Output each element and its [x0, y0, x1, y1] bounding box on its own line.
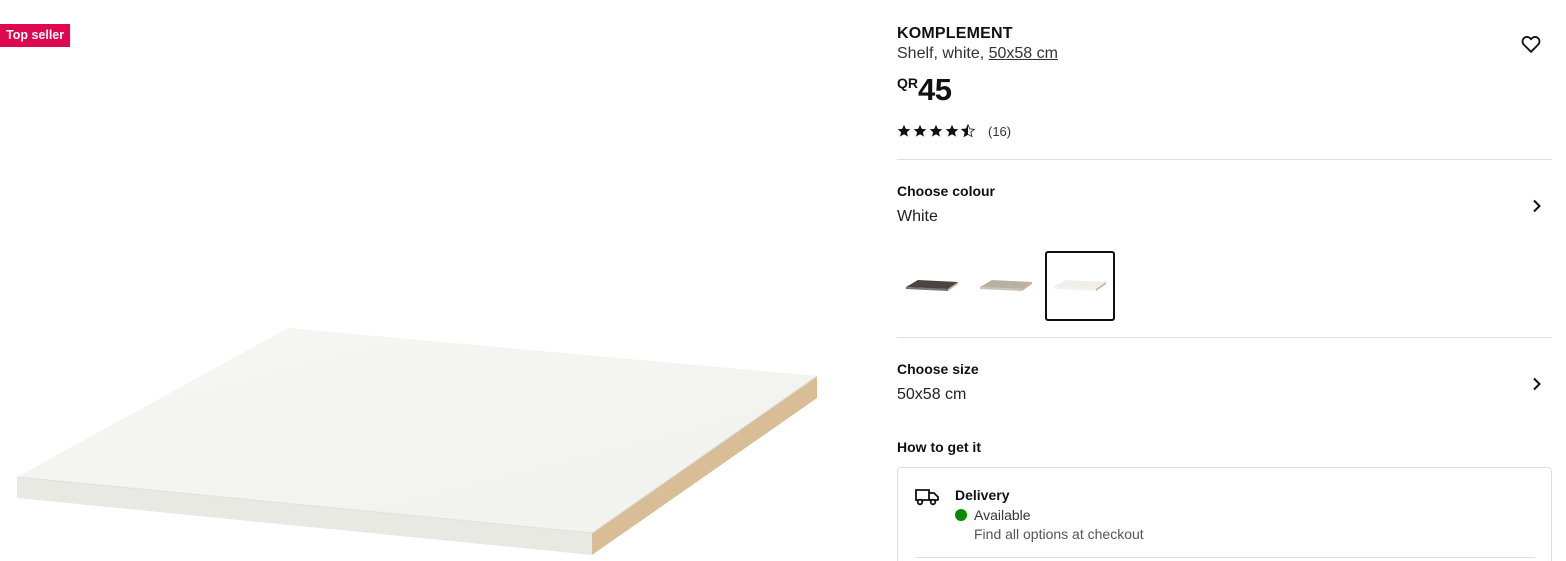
- top-seller-badge: Top seller: [0, 24, 71, 47]
- star-half-icon: [961, 124, 975, 138]
- chevron-right-icon: [1533, 377, 1541, 391]
- star-full-icon: [913, 124, 927, 137]
- price-amount: 45: [918, 72, 952, 107]
- selected-colour: White: [897, 208, 938, 225]
- rating-stars: [897, 124, 975, 138]
- product-name: KOMPLEMENT: [897, 25, 1013, 42]
- divider: [897, 159, 1552, 160]
- delivery-card[interactable]: Delivery Available Find all options at c…: [897, 467, 1552, 561]
- choose-colour-row[interactable]: Choose colour White: [897, 183, 1552, 243]
- colour-swatch-dark[interactable]: [897, 251, 967, 321]
- product-description: Shelf, white, 50x58 cm: [897, 45, 1058, 63]
- star-full-icon: [897, 124, 911, 137]
- shelf-thumbnail: [980, 280, 1032, 291]
- divider: [915, 557, 1535, 558]
- availability-status: Available: [974, 507, 1031, 523]
- description-text: Shelf, white,: [897, 45, 989, 62]
- review-count: (16): [988, 123, 1012, 139]
- product-image[interactable]: [0, 0, 880, 561]
- truck-icon: [915, 489, 939, 506]
- delivery-note: Find all options at checkout: [974, 526, 1144, 542]
- shelf-image: [16, 328, 818, 555]
- star-full-icon: [929, 124, 943, 137]
- rating[interactable]: (16): [897, 123, 1011, 139]
- price-currency: QR: [897, 75, 918, 91]
- delivery-title: Delivery: [955, 487, 1010, 503]
- product-info-panel: KOMPLEMENT Shelf, white, 50x58 cm QR45 (…: [897, 0, 1552, 561]
- colour-swatch-beige[interactable]: [971, 251, 1041, 321]
- selected-size: 50x58 cm: [897, 386, 967, 403]
- shelf-thumbnail: [906, 280, 958, 291]
- favourite-heart-icon[interactable]: [1520, 33, 1542, 55]
- size-link[interactable]: 50x58 cm: [989, 45, 1058, 62]
- shelf-thumbnail: [1054, 280, 1106, 291]
- how-to-get-title: How to get it: [897, 439, 981, 455]
- choose-size-row[interactable]: Choose size 50x58 cm: [897, 361, 1552, 421]
- chevron-right-icon: [1533, 199, 1541, 213]
- colour-swatch-white[interactable]: [1045, 251, 1115, 321]
- choose-colour-title: Choose colour: [897, 183, 996, 199]
- divider: [897, 337, 1552, 338]
- colour-swatches: [897, 251, 1115, 321]
- choose-size-title: Choose size: [897, 361, 979, 377]
- star-full-icon: [945, 124, 959, 137]
- product-price: QR45: [897, 72, 952, 108]
- availability-status-dot: [955, 509, 967, 521]
